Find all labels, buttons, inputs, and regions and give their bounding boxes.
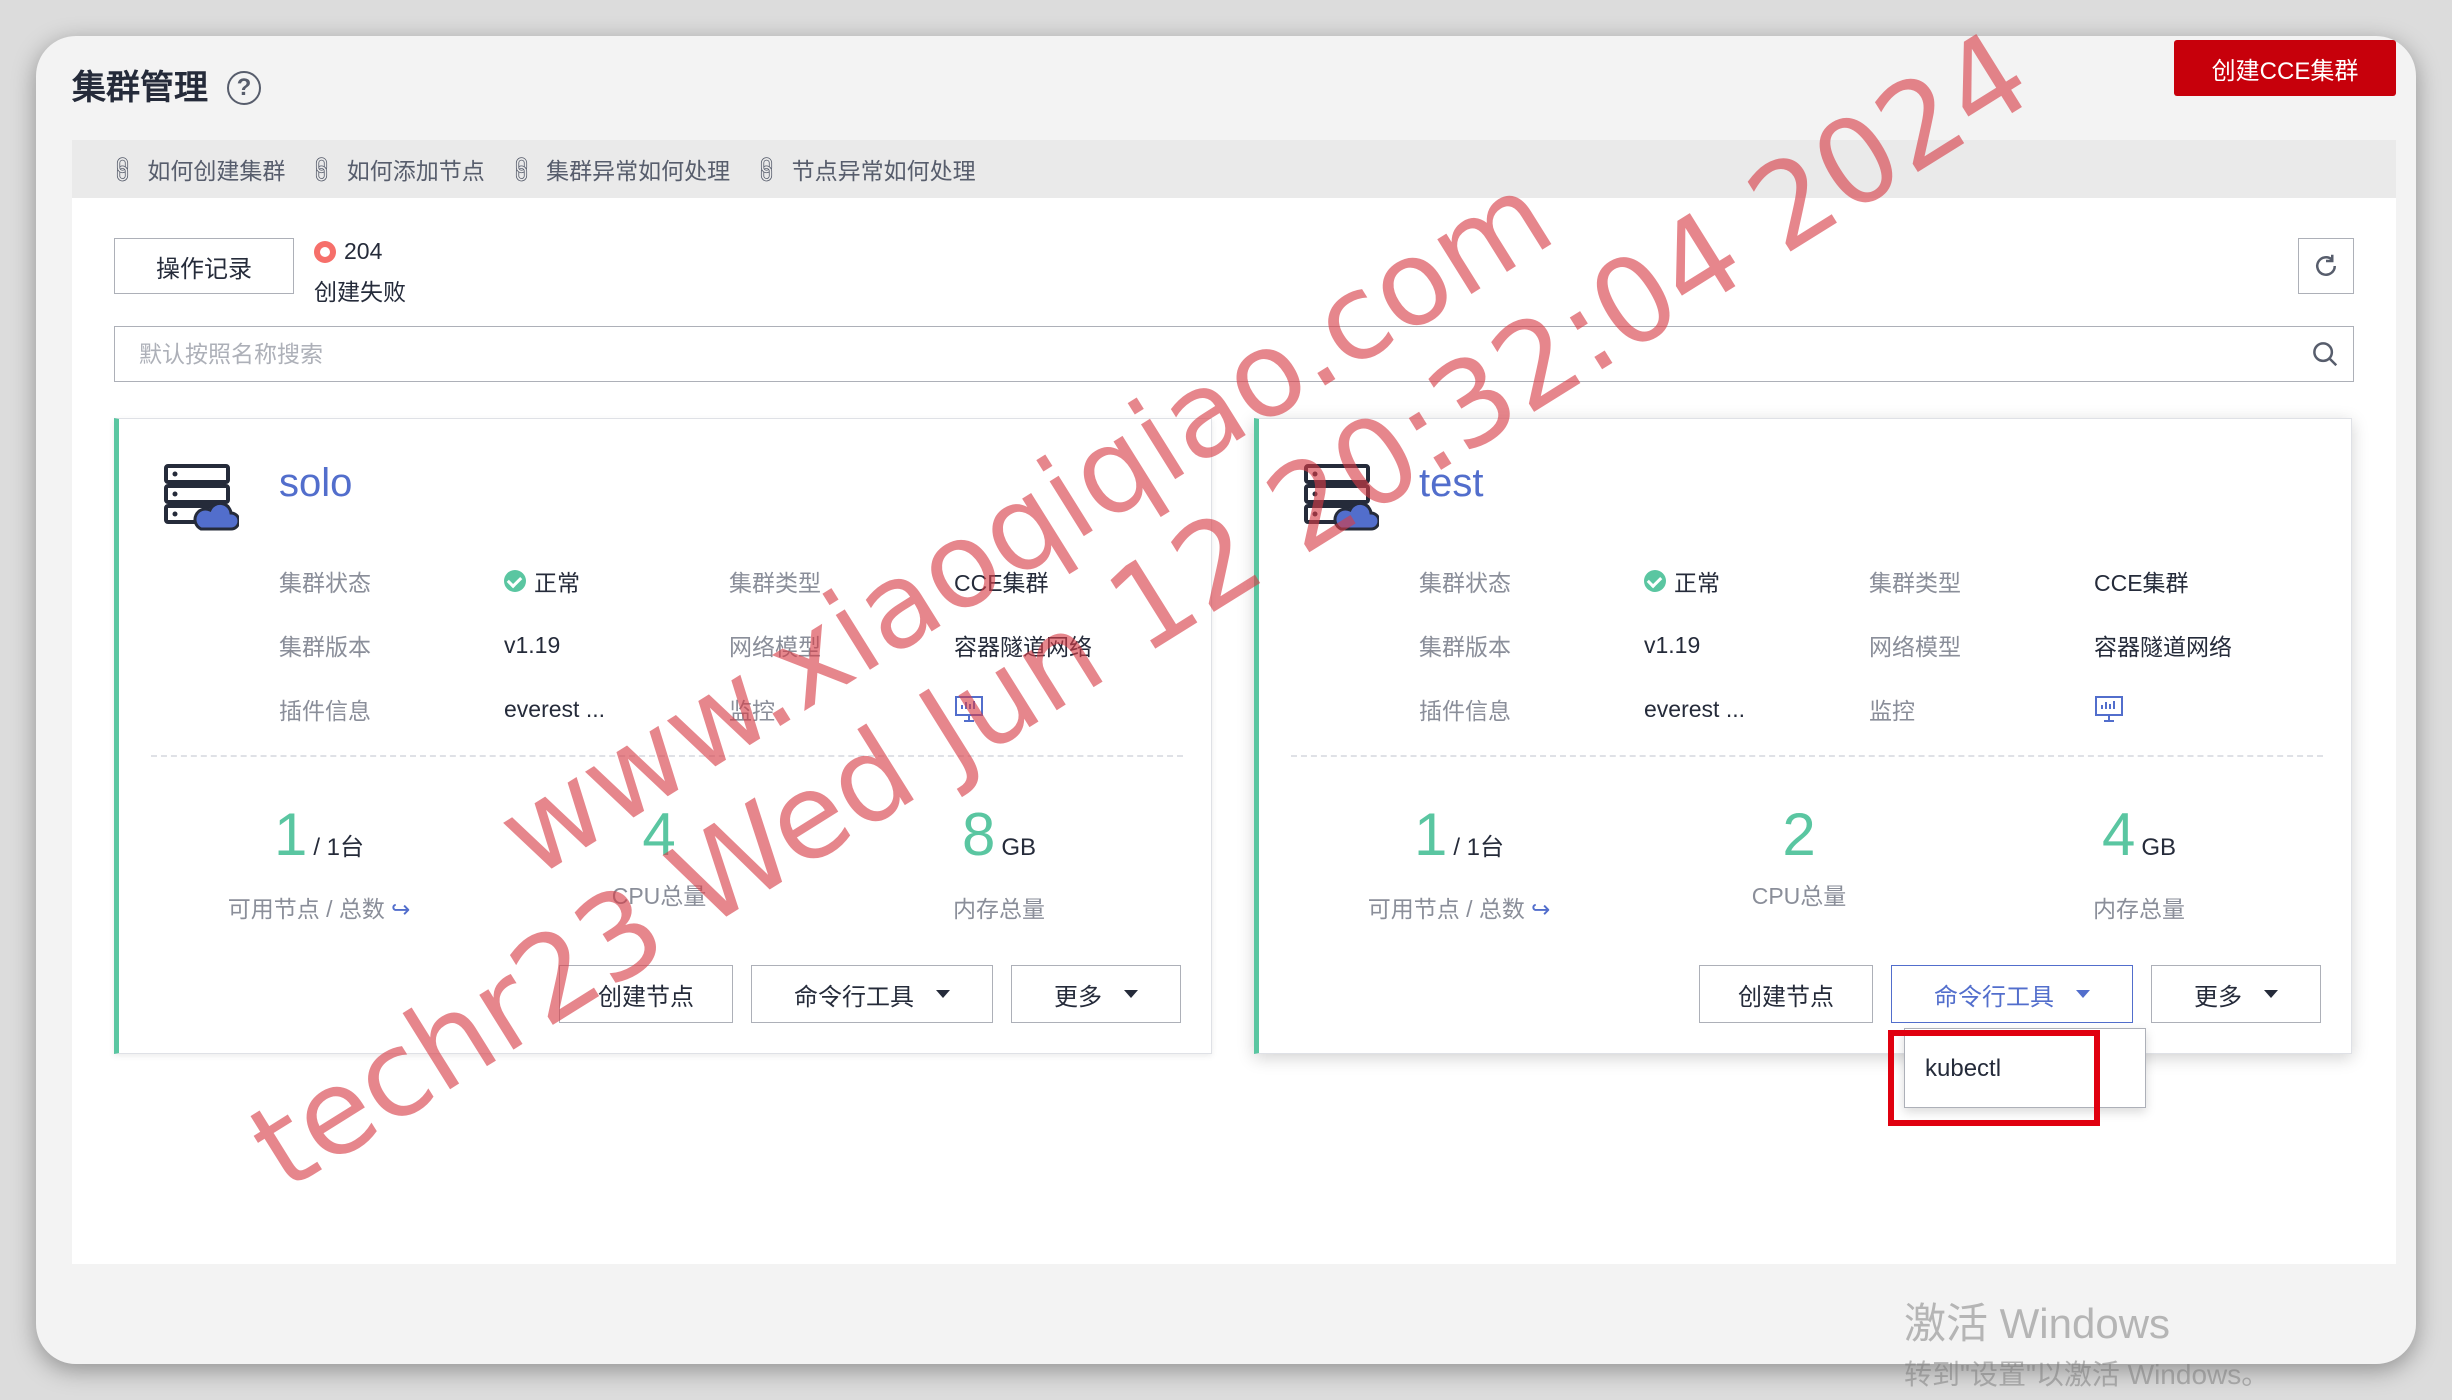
- monitor-icon[interactable]: [2094, 695, 2124, 723]
- help-link-create-cluster[interactable]: 🔗︎ 如何创建集群: [106, 152, 286, 187]
- create-node-button[interactable]: 创建节点: [1699, 965, 1873, 1023]
- jump-icon[interactable]: ↪: [1531, 896, 1550, 922]
- windows-activation-notice: 激活 Windows 转到"设置"以激活 Windows。: [1904, 1290, 2269, 1393]
- fail-label: 创建失败: [314, 279, 406, 305]
- operation-record-button[interactable]: 操作记录: [114, 238, 294, 294]
- help-link-label: 如何创建集群: [147, 158, 286, 184]
- activation-subtitle: 转到"设置"以激活 Windows。: [1904, 1359, 2270, 1390]
- help-link-label: 如何添加节点: [346, 158, 485, 184]
- status-label: 集群状态: [279, 570, 371, 596]
- version-label: 集群版本: [279, 634, 371, 660]
- refresh-button[interactable]: [2298, 238, 2354, 294]
- version-value: v1.19: [504, 631, 561, 658]
- help-links-bar: 🔗︎ 如何创建集群 🔗︎ 如何添加节点 🔗︎ 集群异常如何处理 🔗︎ 节点异常如…: [72, 140, 2396, 198]
- refresh-icon: [2316, 254, 2336, 276]
- page-title: 集群管理: [72, 69, 208, 107]
- activation-title: 激活 Windows: [1904, 1300, 2171, 1347]
- type-label: 集群类型: [729, 570, 821, 596]
- plugins-value[interactable]: everest ...: [504, 696, 729, 723]
- status-label: 集群状态: [1419, 570, 1511, 596]
- version-value: v1.19: [1644, 631, 1701, 658]
- stat-memory: 4 GB 内存总量: [2093, 801, 2185, 922]
- link-icon: 🔗︎: [305, 152, 340, 187]
- type-value: CCE集群: [2094, 570, 2189, 596]
- card-actions: 创建节点 命令行工具 更多: [541, 965, 1181, 1023]
- stat-nodes: 1/ 1台 可用节点 / 总数 ↪: [227, 801, 411, 922]
- monitor-value[interactable]: [2094, 695, 2319, 723]
- cluster-info: 集群状态 正常 集群类型 CCE集群 集群版本 v1.19 网络模型 容器隧道网…: [1419, 549, 2319, 741]
- create-node-button[interactable]: 创建节点: [559, 965, 733, 1023]
- search-icon[interactable]: [2297, 326, 2353, 382]
- create-cce-cluster-button[interactable]: 创建CCE集群: [2174, 40, 2396, 96]
- fail-count: 204: [344, 238, 383, 264]
- cluster-card-solo: solo 集群状态 正常 集群类型 CCE集群 集群版本 v1.19 网络模型 …: [114, 418, 1212, 1054]
- cli-tools-dropdown[interactable]: 命令行工具: [751, 965, 993, 1023]
- check-icon: [1644, 570, 1666, 592]
- create-failed-summary[interactable]: 204 创建失败: [314, 238, 406, 307]
- help-link-add-node[interactable]: 🔗︎ 如何添加节点: [306, 152, 485, 187]
- help-link-label: 集群异常如何处理: [546, 158, 731, 184]
- help-icon[interactable]: ?: [227, 71, 261, 105]
- stat-cpu: 4 CPU总量: [611, 801, 707, 909]
- cluster-name-link[interactable]: test: [1419, 461, 1483, 506]
- help-link-node-issue[interactable]: 🔗︎ 节点异常如何处理: [750, 152, 976, 187]
- caret-down-icon: [936, 990, 950, 998]
- link-icon: 🔗︎: [750, 152, 784, 187]
- cluster-name-link[interactable]: solo: [279, 461, 352, 506]
- card-actions: 创建节点 命令行工具 更多: [1681, 965, 2321, 1023]
- stat-memory: 8 GB 内存总量: [953, 801, 1045, 922]
- link-icon: 🔗︎: [505, 152, 539, 187]
- jump-icon[interactable]: ↪: [391, 896, 410, 922]
- status-value: 正常: [1644, 564, 1869, 598]
- error-icon: [314, 240, 336, 263]
- search-box: [114, 326, 2354, 382]
- stat-cpu: 2 CPU总量: [1751, 801, 1847, 909]
- type-value: CCE集群: [954, 570, 1049, 596]
- cluster-stats: 1/ 1台 可用节点 / 总数 ↪ 2 CPU总量 4 GB 内存总量: [1289, 799, 2329, 924]
- cluster-stats: 1/ 1台 可用节点 / 总数 ↪ 4 CPU总量 8 GB 内存总量: [149, 799, 1189, 924]
- cluster-server-icon: [1304, 464, 1379, 531]
- network-label: 网络模型: [1869, 634, 1961, 660]
- cluster-server-icon: [164, 464, 239, 531]
- network-value: 容器隧道网络: [2094, 634, 2232, 660]
- divider: [1291, 755, 2323, 757]
- monitor-label: 监控: [1869, 698, 1915, 724]
- cluster-card-test: test 集群状态 正常 集群类型 CCE集群 集群版本 v1.19 网络模型 …: [1254, 418, 2352, 1054]
- cli-tools-dropdown[interactable]: 命令行工具: [1891, 965, 2133, 1023]
- check-icon: [504, 570, 526, 592]
- plugins-value[interactable]: everest ...: [1644, 696, 1869, 723]
- monitor-value[interactable]: [954, 695, 1179, 723]
- plugins-label: 插件信息: [279, 698, 371, 724]
- caret-down-icon: [2264, 990, 2278, 998]
- caret-down-icon: [1124, 990, 1138, 998]
- divider: [151, 755, 1183, 757]
- annotation-highlight-box: [1888, 1030, 2100, 1126]
- type-label: 集群类型: [1869, 570, 1961, 596]
- monitor-label: 监控: [729, 698, 775, 724]
- more-dropdown[interactable]: 更多: [2151, 965, 2321, 1023]
- more-dropdown[interactable]: 更多: [1011, 965, 1181, 1023]
- help-link-label: 节点异常如何处理: [791, 158, 976, 184]
- status-value: 正常: [504, 564, 729, 598]
- network-label: 网络模型: [729, 634, 821, 660]
- page-header: 集群管理 ? 创建CCE集群: [72, 36, 2396, 140]
- version-label: 集群版本: [1419, 634, 1511, 660]
- network-value: 容器隧道网络: [954, 634, 1092, 660]
- plugins-label: 插件信息: [1419, 698, 1511, 724]
- help-link-cluster-issue[interactable]: 🔗︎ 集群异常如何处理: [505, 152, 731, 187]
- stat-nodes: 1/ 1台 可用节点 / 总数 ↪: [1367, 801, 1551, 922]
- search-input[interactable]: [115, 327, 2297, 381]
- caret-down-icon: [2076, 990, 2090, 998]
- cluster-info: 集群状态 正常 集群类型 CCE集群 集群版本 v1.19 网络模型 容器隧道网…: [279, 549, 1179, 741]
- monitor-icon[interactable]: [954, 695, 984, 723]
- link-icon: 🔗︎: [106, 152, 140, 187]
